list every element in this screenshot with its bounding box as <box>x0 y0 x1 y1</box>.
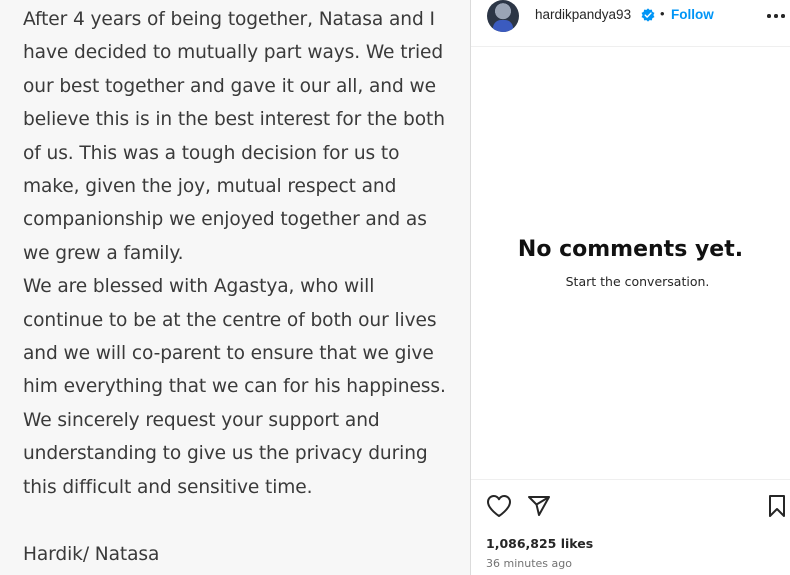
statement-signature: Hardik/ Natasa <box>23 544 160 566</box>
statement-line: our best together and gave it our all, a… <box>23 75 436 97</box>
likes-count[interactable]: 1,086,825 likes <box>486 536 593 551</box>
separator-dot: • <box>660 6 665 21</box>
more-options-icon[interactable] <box>767 14 785 18</box>
profile-avatar[interactable] <box>487 0 519 32</box>
statement-line: we grew a family. <box>23 242 184 264</box>
statement-line: understanding to give us the privacy dur… <box>23 443 428 465</box>
statement-line: him everything that we can for his happi… <box>23 376 446 398</box>
statement-line: companionship we enjoyed together and as <box>23 209 427 231</box>
post-header: hardikpandya93 • Follow <box>471 0 790 47</box>
actions-divider <box>471 479 790 480</box>
statement-line: have decided to mutually part ways. We t… <box>23 42 444 64</box>
statement-line: We are blessed with Agastya, who will <box>23 276 375 298</box>
verified-badge-icon <box>641 8 655 22</box>
no-comments-title: No comments yet. <box>517 237 744 262</box>
statement-text: After 4 years of being together, Natasa … <box>23 3 463 572</box>
statement-line: make, given the joy, mutual respect and <box>23 176 397 198</box>
follow-button[interactable]: Follow <box>671 7 714 22</box>
post-timestamp[interactable]: 36 minutes ago <box>486 557 572 570</box>
username-link[interactable]: hardikpandya93 <box>535 7 631 22</box>
post-image-panel: After 4 years of being together, Natasa … <box>0 0 470 575</box>
statement-line: and we will co-parent to ensure that we … <box>23 343 434 365</box>
avatar-figure <box>493 20 513 32</box>
statement-line: After 4 years of being together, Natasa … <box>23 9 435 30</box>
bookmark-icon[interactable] <box>767 494 787 518</box>
comments-panel: hardikpandya93 • Follow No comments yet.… <box>471 0 790 575</box>
heart-icon[interactable] <box>486 494 512 518</box>
statement-line: We sincerely request your support and <box>23 409 380 431</box>
statement-line: this difficult and sensitive time. <box>23 476 313 498</box>
statement-line: of us. This was a tough decision for us … <box>23 142 400 164</box>
statement-line: continue to be at the centre of both our… <box>23 309 437 331</box>
paper-plane-icon[interactable] <box>527 494 551 518</box>
statement-line: believe this is in the best interest for… <box>23 109 445 131</box>
no-comments-subtitle: Start the conversation. <box>565 274 710 289</box>
